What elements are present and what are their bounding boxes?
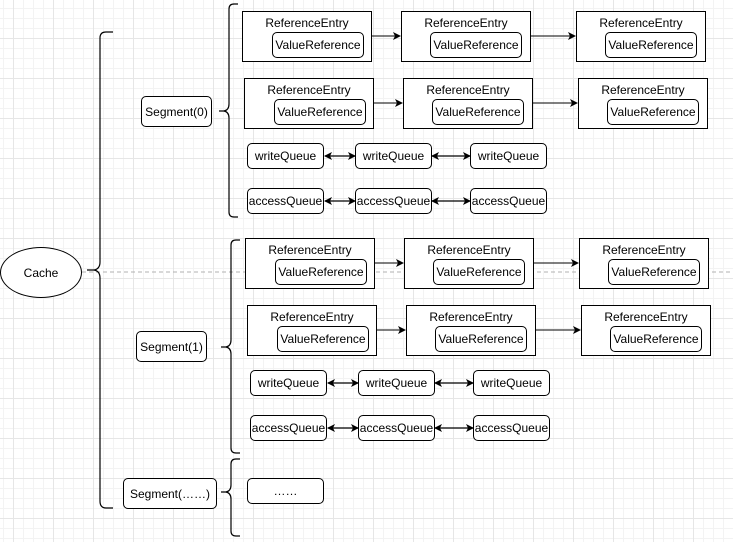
segment-more-brace xyxy=(221,458,240,537)
reference-entry[interactable]: ReferenceEntry ValueReference xyxy=(247,305,377,356)
value-reference[interactable]: ValueReference xyxy=(432,99,524,125)
value-reference-label: ValueReference xyxy=(436,265,522,279)
write-queue-label: writeQueue xyxy=(365,376,428,390)
reference-entry-label: ReferenceEntry xyxy=(426,83,510,97)
cache-label: Cache xyxy=(23,265,59,280)
write-queue[interactable]: writeQueue xyxy=(250,370,327,396)
segment-label: Segment(……) xyxy=(129,486,211,501)
value-reference-label: ValueReference xyxy=(608,38,694,52)
value-reference-label: ValueReference xyxy=(610,105,696,119)
access-queue[interactable]: accessQueue xyxy=(250,415,327,441)
reference-entry-label: ReferenceEntry xyxy=(270,310,354,324)
reference-entry-label: ReferenceEntry xyxy=(424,16,508,30)
access-queue[interactable]: accessQueue xyxy=(470,188,547,214)
access-queue-label: accessQueue xyxy=(248,194,323,208)
reference-entry[interactable]: ReferenceEntry ValueReference xyxy=(578,78,708,129)
segment-label: Segment(0) xyxy=(145,104,208,119)
value-reference[interactable]: ValueReference xyxy=(607,99,699,125)
reference-entry[interactable]: ReferenceEntry ValueReference xyxy=(404,238,534,289)
write-queue-label: writeQueue xyxy=(477,149,540,163)
reference-entry[interactable]: ReferenceEntry ValueReference xyxy=(244,78,374,129)
value-reference[interactable]: ValueReference xyxy=(430,32,522,58)
value-reference-label: ValueReference xyxy=(278,265,364,279)
placeholder-label: …… xyxy=(273,484,298,498)
reference-entry[interactable]: ReferenceEntry ValueReference xyxy=(245,238,375,289)
value-reference[interactable]: ValueReference xyxy=(608,259,700,285)
reference-entry-label: ReferenceEntry xyxy=(265,16,349,30)
segment0-brace xyxy=(219,3,238,218)
value-reference-label: ValueReference xyxy=(613,332,699,346)
value-reference[interactable]: ValueReference xyxy=(277,326,369,352)
value-reference-label: ValueReference xyxy=(435,105,521,119)
reference-entry-label: ReferenceEntry xyxy=(268,243,352,257)
access-queue[interactable]: accessQueue xyxy=(247,188,324,214)
segment-1-node[interactable]: Segment(1) xyxy=(136,331,207,362)
reference-entry[interactable]: ReferenceEntry ValueReference xyxy=(406,305,536,356)
value-reference[interactable]: ValueReference xyxy=(274,99,366,125)
value-reference[interactable]: ValueReference xyxy=(605,32,697,58)
write-queue[interactable]: writeQueue xyxy=(247,143,324,169)
access-queue[interactable]: accessQueue xyxy=(473,415,550,441)
reference-entry-label: ReferenceEntry xyxy=(599,16,683,30)
value-reference[interactable]: ValueReference xyxy=(275,259,367,285)
value-reference[interactable]: ValueReference xyxy=(610,326,702,352)
write-queue-label: writeQueue xyxy=(254,149,317,163)
access-queue-label: accessQueue xyxy=(471,194,546,208)
value-reference[interactable]: ValueReference xyxy=(272,32,364,58)
write-queue[interactable]: writeQueue xyxy=(358,370,435,396)
reference-entry[interactable]: ReferenceEntry ValueReference xyxy=(242,11,372,62)
segment-more-node[interactable]: Segment(……) xyxy=(123,478,217,509)
reference-entry-label: ReferenceEntry xyxy=(427,243,511,257)
reference-entry[interactable]: ReferenceEntry ValueReference xyxy=(581,305,711,356)
value-reference-label: ValueReference xyxy=(611,265,697,279)
reference-entry[interactable]: ReferenceEntry ValueReference xyxy=(579,238,709,289)
reference-entry-label: ReferenceEntry xyxy=(601,83,685,97)
write-queue-label: writeQueue xyxy=(362,149,425,163)
write-queue[interactable]: writeQueue xyxy=(473,370,550,396)
write-queue-label: writeQueue xyxy=(480,376,543,390)
cache-brace xyxy=(87,31,113,509)
access-queue-label: accessQueue xyxy=(251,421,326,435)
value-reference-label: ValueReference xyxy=(433,38,519,52)
value-reference-label: ValueReference xyxy=(275,38,361,52)
value-reference[interactable]: ValueReference xyxy=(435,326,527,352)
placeholder-node[interactable]: …… xyxy=(247,478,324,504)
reference-entry[interactable]: ReferenceEntry ValueReference xyxy=(403,78,533,129)
value-reference-label: ValueReference xyxy=(277,105,363,119)
write-queue-label: writeQueue xyxy=(257,376,320,390)
cache-node[interactable]: Cache xyxy=(0,247,82,298)
access-queue[interactable]: accessQueue xyxy=(355,188,432,214)
reference-entry-label: ReferenceEntry xyxy=(429,310,513,324)
segment-0-node[interactable]: Segment(0) xyxy=(141,96,212,127)
reference-entry-label: ReferenceEntry xyxy=(267,83,351,97)
value-reference-label: ValueReference xyxy=(280,332,366,346)
write-queue[interactable]: writeQueue xyxy=(355,143,432,169)
segment-label: Segment(1) xyxy=(140,339,203,354)
access-queue-label: accessQueue xyxy=(359,421,434,435)
value-reference-label: ValueReference xyxy=(438,332,524,346)
access-queue[interactable]: accessQueue xyxy=(358,415,435,441)
reference-entry[interactable]: ReferenceEntry ValueReference xyxy=(401,11,531,62)
access-queue-label: accessQueue xyxy=(356,194,431,208)
reference-entry[interactable]: ReferenceEntry ValueReference xyxy=(576,11,706,62)
reference-entry-label: ReferenceEntry xyxy=(604,310,688,324)
write-queue[interactable]: writeQueue xyxy=(470,143,547,169)
reference-entry-label: ReferenceEntry xyxy=(602,243,686,257)
value-reference[interactable]: ValueReference xyxy=(433,259,525,285)
access-queue-label: accessQueue xyxy=(474,421,549,435)
